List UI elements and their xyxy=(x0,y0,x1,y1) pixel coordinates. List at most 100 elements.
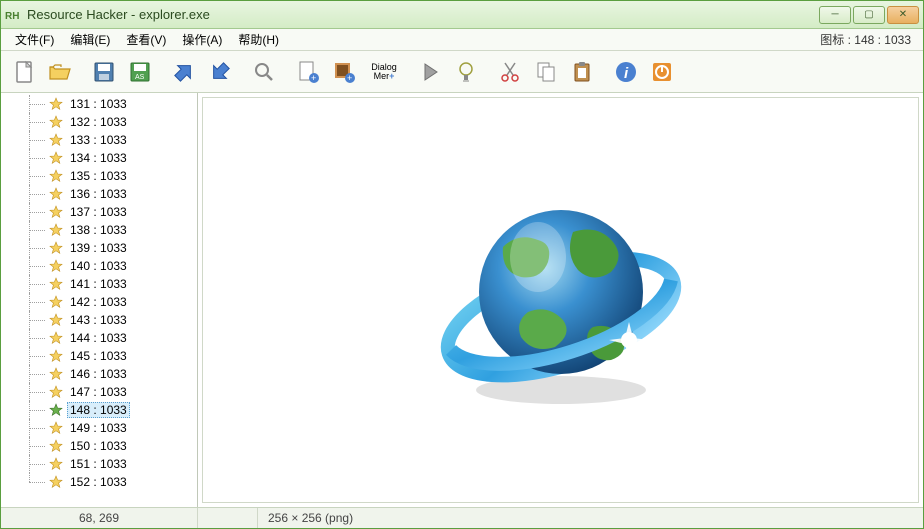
minimize-button[interactable]: ─ xyxy=(819,6,851,24)
star-icon xyxy=(49,403,63,417)
tree-item-label: 146 : 1033 xyxy=(67,366,130,382)
tree-view[interactable]: 131 : 1033 132 : 1033 133 : 1033 134 : 1033… xyxy=(1,93,197,507)
tree-item-label: 151 : 1033 xyxy=(67,456,130,472)
menu-action[interactable]: 操作(A) xyxy=(174,29,230,50)
maximize-button[interactable]: ▢ xyxy=(853,6,885,24)
menu-edit[interactable]: 编辑(E) xyxy=(62,29,118,50)
tree-item[interactable]: 143 : 1033 xyxy=(1,311,197,329)
menu-file[interactable]: 文件(F) xyxy=(7,29,62,50)
star-icon xyxy=(49,439,63,453)
globe-icon xyxy=(433,172,689,428)
save-button[interactable] xyxy=(87,55,121,89)
tree-item[interactable]: 144 : 1033 xyxy=(1,329,197,347)
star-icon xyxy=(49,169,63,183)
tree-item[interactable]: 135 : 1033 xyxy=(1,167,197,185)
tree-item[interactable]: 139 : 1033 xyxy=(1,239,197,257)
status-position: 68, 269 xyxy=(1,508,198,528)
tree-item-label: 138 : 1033 xyxy=(67,222,130,238)
tree-item-label: 139 : 1033 xyxy=(67,240,130,256)
star-icon xyxy=(49,475,63,489)
tree-item[interactable]: 131 : 1033 xyxy=(1,95,197,113)
tree-item[interactable]: 145 : 1033 xyxy=(1,347,197,365)
tree-item[interactable]: 142 : 1033 xyxy=(1,293,197,311)
star-icon xyxy=(49,349,63,363)
dialog-button[interactable]: DialogMer+ xyxy=(363,55,403,89)
paste-button[interactable] xyxy=(565,55,599,89)
star-icon xyxy=(49,205,63,219)
open-button[interactable] xyxy=(43,55,77,89)
star-icon xyxy=(49,421,63,435)
window-title: Resource Hacker - explorer.exe xyxy=(27,7,817,22)
search-button[interactable] xyxy=(247,55,281,89)
tree-item-label: 140 : 1033 xyxy=(67,258,130,274)
tree-item[interactable]: 146 : 1033 xyxy=(1,365,197,383)
tree-item-label: 144 : 1033 xyxy=(67,330,130,346)
tree-item[interactable]: 133 : 1033 xyxy=(1,131,197,149)
star-icon xyxy=(49,187,63,201)
tree-item[interactable]: 134 : 1033 xyxy=(1,149,197,167)
star-icon xyxy=(49,133,63,147)
tree-item[interactable]: 149 : 1033 xyxy=(1,419,197,437)
export-button[interactable] xyxy=(167,55,201,89)
star-icon xyxy=(49,367,63,381)
tree-item-label: 148 : 1033 xyxy=(67,402,130,418)
hint-button[interactable] xyxy=(449,55,483,89)
star-icon xyxy=(49,277,63,291)
svg-text:+: + xyxy=(311,73,316,83)
new-button[interactable] xyxy=(7,55,41,89)
star-icon xyxy=(49,151,63,165)
tree-item-label: 132 : 1033 xyxy=(67,114,130,130)
tree-item[interactable]: 140 : 1033 xyxy=(1,257,197,275)
toolbar: AS + + DialogMer+ i xyxy=(1,51,923,93)
star-icon xyxy=(49,295,63,309)
tree-item[interactable]: 151 : 1033 xyxy=(1,455,197,473)
play-button[interactable] xyxy=(413,55,447,89)
svg-text:AS: AS xyxy=(135,74,145,81)
svg-text:+: + xyxy=(347,73,352,83)
menu-resource-path: 图标 : 148 : 1033 xyxy=(820,31,917,48)
svg-text:RH: RH xyxy=(5,11,19,22)
tree-item[interactable]: 147 : 1033 xyxy=(1,383,197,401)
tree-item-label: 136 : 1033 xyxy=(67,186,130,202)
copy-button[interactable] xyxy=(529,55,563,89)
tree-item[interactable]: 148 : 1033 xyxy=(1,401,197,419)
tree-item[interactable]: 141 : 1033 xyxy=(1,275,197,293)
power-button[interactable] xyxy=(645,55,679,89)
add-script-button[interactable]: + xyxy=(291,55,325,89)
menu-view[interactable]: 查看(V) xyxy=(118,29,174,50)
content-area: 131 : 1033 132 : 1033 133 : 1033 134 : 1033… xyxy=(1,93,923,507)
tree-item-label: 142 : 1033 xyxy=(67,294,130,310)
tree-item[interactable]: 138 : 1033 xyxy=(1,221,197,239)
tree-item[interactable]: 150 : 1033 xyxy=(1,437,197,455)
info-button[interactable]: i xyxy=(609,55,643,89)
close-button[interactable]: ✕ xyxy=(887,6,919,24)
tree-item-label: 135 : 1033 xyxy=(67,168,130,184)
cut-button[interactable] xyxy=(493,55,527,89)
tree-item-label: 133 : 1033 xyxy=(67,132,130,148)
tree-item[interactable]: 137 : 1033 xyxy=(1,203,197,221)
title-bar: RH Resource Hacker - explorer.exe ─ ▢ ✕ xyxy=(1,1,923,29)
status-spacer xyxy=(198,508,258,528)
star-icon xyxy=(49,313,63,327)
menu-help[interactable]: 帮助(H) xyxy=(230,29,287,50)
tree-item-label: 143 : 1033 xyxy=(67,312,130,328)
star-icon xyxy=(49,97,63,111)
tree-panel: 131 : 1033 132 : 1033 133 : 1033 134 : 1033… xyxy=(1,93,198,507)
preview-pane xyxy=(202,97,919,503)
tree-item-label: 150 : 1033 xyxy=(67,438,130,454)
star-icon xyxy=(49,259,63,273)
add-binary-button[interactable]: + xyxy=(327,55,361,89)
tree-item-label: 134 : 1033 xyxy=(67,150,130,166)
tree-item[interactable]: 152 : 1033 xyxy=(1,473,197,491)
status-dimensions: 256 × 256 (png) xyxy=(258,508,363,528)
tree-item[interactable]: 132 : 1033 xyxy=(1,113,197,131)
star-icon xyxy=(49,241,63,255)
import-button[interactable] xyxy=(203,55,237,89)
tree-item[interactable]: 136 : 1033 xyxy=(1,185,197,203)
menu-bar: 文件(F) 编辑(E) 查看(V) 操作(A) 帮助(H) 图标 : 148 :… xyxy=(1,29,923,51)
save-as-button[interactable]: AS xyxy=(123,55,157,89)
star-icon xyxy=(49,385,63,399)
tree-item-label: 131 : 1033 xyxy=(67,96,130,112)
tree-item-label: 149 : 1033 xyxy=(67,420,130,436)
window-controls: ─ ▢ ✕ xyxy=(817,6,919,24)
